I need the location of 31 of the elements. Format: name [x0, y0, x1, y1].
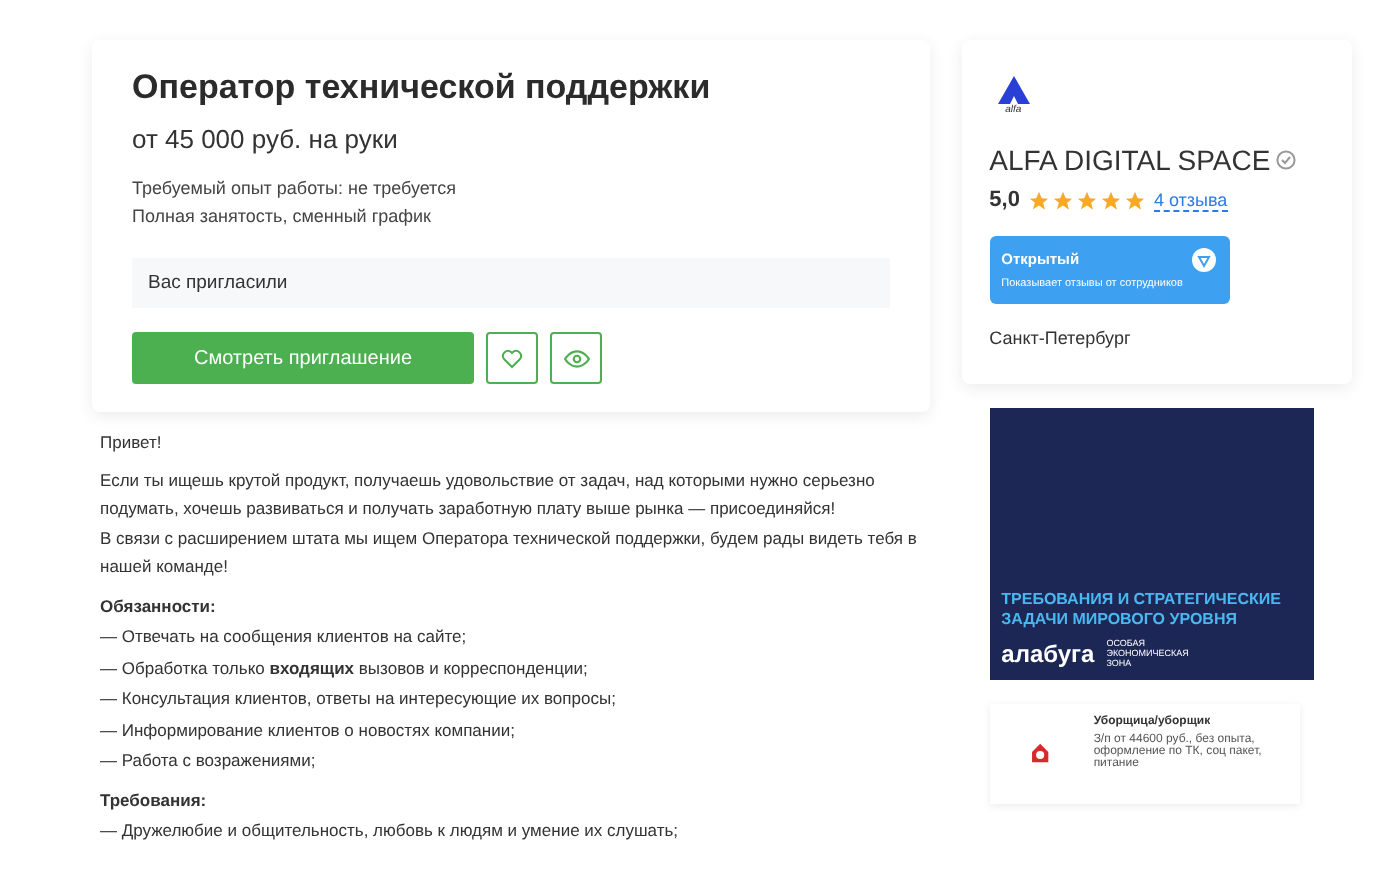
- reviews-link[interactable]: 4 отзыва: [1153, 189, 1228, 211]
- banner-brand: алабуга: [1001, 639, 1095, 667]
- star-icon: [1051, 189, 1074, 211]
- star-icon: [1099, 189, 1122, 211]
- list-item: — Работа с возражениями;: [100, 748, 318, 774]
- heart-icon: [500, 346, 524, 370]
- favorite-button[interactable]: [486, 332, 538, 384]
- vacancy-title: Оператор технической поддержки: [132, 68, 713, 108]
- list-item: — Дружелюбие и общительность, любовь к людям и умение их слушать;: [100, 818, 681, 844]
- eye-icon: [563, 345, 589, 371]
- greeting-text: Привет!: [100, 430, 164, 456]
- list-item: — Консультация клиентов, ответы на интересующие их вопросы;: [100, 686, 618, 712]
- star-icon: [1123, 189, 1146, 211]
- company-name: ALFA DIGITAL SPACE: [989, 144, 1271, 176]
- rating-value: 5,0: [989, 188, 1020, 212]
- list-item: — Отвечать на сообщения клиентов на сайте;: [100, 624, 469, 650]
- section-heading: Обязанности:: [100, 593, 218, 619]
- list-item: — Обработка только входящих вызовов и корреспонденции;: [100, 655, 590, 682]
- intro-paragraph: В связи с расширением штата мы ищем Оператора технической поддержки, будем рады видеть тебя в нашей команде!: [100, 525, 919, 580]
- list-item: — Информирование клиентов о новостях компании;: [100, 717, 517, 744]
- salary: от 45 000 руб. на руки: [132, 124, 400, 154]
- star-icon: [1027, 189, 1050, 211]
- vacancy-detail: Требуемый опыт работы: не требуется: [132, 176, 458, 202]
- star-icon: [1075, 189, 1098, 211]
- company-city: Санкт-Петербург: [989, 328, 1133, 348]
- banner-headline: ТРЕБОВАНИЯ И СТРАТЕГИЧЕСКИЕ ЗАДАЧИ МИРОВОГО УРОВНЯ: [1001, 590, 1283, 630]
- vacancy-detail: Полная занятость, сменный график: [132, 204, 433, 230]
- section-heading: Требования:: [100, 787, 209, 814]
- intro-paragraph: Если ты ищешь крутой продукт, получаешь удовольствие от задач, над которыми нужно серьезно подумать, хочешь развиваться и получать заработную плату выше рынка — присоединяйся!: [100, 467, 877, 522]
- invitation-status: Вас пригласили: [132, 258, 890, 308]
- eye-button[interactable]: [550, 332, 602, 384]
